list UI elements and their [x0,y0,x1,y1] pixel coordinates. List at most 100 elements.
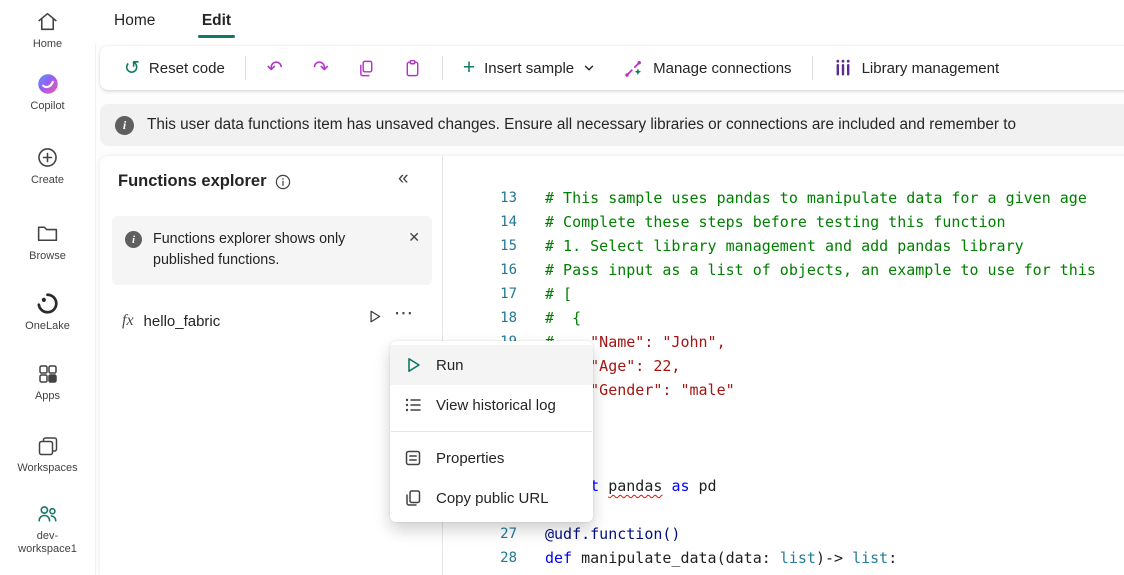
info-icon: i [125,231,142,248]
onelake-icon [0,290,95,317]
reset-code-button[interactable]: ↺ Reset code [110,52,239,84]
undo-button[interactable]: ↶ [252,52,298,84]
fx-icon: fx [122,312,134,330]
notice-text: Functions explorer shows only published … [153,229,398,272]
nav-label: Apps [15,390,81,403]
properties-icon [403,448,423,468]
info-outline-icon[interactable] [275,174,291,190]
panel-title: Functions explorer [118,172,267,191]
home-icon [0,8,95,35]
plus-icon: + [463,57,475,78]
line-number: 28 [444,546,517,570]
toolbar-divider [812,56,813,80]
nav-label: Copilot [15,100,81,113]
copy-icon [403,488,423,508]
manage-connections-icon [623,58,644,79]
toolbar: ↺ Reset code ↶ ↷ + Insert sample Manage … [100,46,1124,90]
code-text: # This sample uses pandas to manipulate … [545,186,1087,210]
nav-item-apps[interactable]: Apps [0,360,95,403]
toolbar-divider [442,56,443,80]
left-nav-rail: Home Copilot Create Browse OneLake Apps [0,0,96,575]
menu-item-properties[interactable]: Properties [390,438,593,478]
menu-item-label: Run [436,357,464,374]
run-icon [403,355,423,375]
workspaces-icon [0,432,95,459]
nav-item-copilot[interactable]: Copilot [0,70,95,113]
line-number: 18 [444,306,517,330]
nav-label: Create [15,174,81,187]
nav-label: dev-workspace1 [15,530,81,556]
historical-log-icon [403,395,423,415]
ribbon-tabs: Home Edit [95,0,1124,44]
nav-item-browse[interactable]: Browse [0,220,95,263]
code-text: @udf.function() [545,522,680,546]
nav-label: OneLake [15,320,81,333]
code-text: # { [545,306,581,330]
code-text: # 1. Select library management and add p… [545,234,1024,258]
reset-icon: ↺ [124,59,140,78]
paste-button[interactable] [390,52,436,84]
copy-button[interactable] [344,52,390,84]
manage-connections-label: Manage connections [653,60,791,77]
code-text: def manipulate_data(data: list)-> list: [545,546,897,570]
folder-icon [0,220,95,247]
nav-item-workspaces[interactable]: Workspaces [0,432,95,475]
create-plus-icon [0,144,95,171]
nav-label: Home [15,38,81,51]
unsaved-changes-banner: i This user data functions item has unsa… [100,104,1124,146]
nav-item-create[interactable]: Create [0,144,95,187]
library-management-button[interactable]: Library management [819,52,1014,84]
reset-code-label: Reset code [149,60,225,77]
library-management-label: Library management [862,60,1000,77]
nav-item-home[interactable]: Home [0,8,95,51]
menu-item-run[interactable]: Run [390,345,593,385]
code-line: 16# Pass input as a list of objects, an … [444,258,1124,282]
nav-label: Workspaces [15,462,81,475]
menu-divider [391,431,592,432]
redo-icon: ↷ [313,59,329,78]
menu-item-copy-public-url[interactable]: Copy public URL [390,478,593,518]
copilot-icon [0,70,95,97]
nav-item-onelake[interactable]: OneLake [0,290,95,333]
library-management-icon [833,58,853,78]
function-list-item[interactable]: fx hello_fabric [122,306,220,336]
paste-icon [403,59,422,78]
menu-item-label: Properties [436,450,504,467]
code-line: 27@udf.function() [444,522,1124,546]
copy-icon [357,59,376,78]
code-line: 15# 1. Select library management and add… [444,234,1124,258]
redo-button[interactable]: ↷ [298,52,344,84]
run-function-button[interactable] [366,308,383,325]
line-number: 13 [444,186,517,210]
chevron-down-icon [583,62,595,74]
menu-item-label: Copy public URL [436,490,549,507]
code-line: 14# Complete these steps before testing … [444,210,1124,234]
code-line: 18 # { [444,306,1124,330]
close-icon[interactable]: ✕ [408,229,420,246]
line-number: 16 [444,258,517,282]
nav-item-dev-workspace1[interactable]: dev-workspace1 [0,500,95,556]
manage-connections-button[interactable]: Manage connections [609,52,805,84]
workspace-people-icon [0,500,95,527]
undo-icon: ↶ [267,59,283,78]
code-line: 13 # This sample uses pandas to manipulat… [444,186,1124,210]
code-text: # [ [545,282,572,306]
code-text: # Complete these steps before testing th… [545,210,1006,234]
collapse-panel-icon[interactable]: « [398,168,409,190]
menu-item-label: View historical log [436,397,556,414]
more-options-button[interactable]: ⋯ [394,302,414,325]
function-context-menu: Run View historical log Properties Copy … [390,341,593,522]
banner-text: This user data functions item has unsave… [147,116,1016,134]
toolbar-divider [245,56,246,80]
code-line: 28 def manipulate_data(data: list)-> list… [444,546,1124,570]
content-area: Functions explorer « i Functions explore… [100,156,1124,575]
menu-item-view-historical-log[interactable]: View historical log [390,385,593,425]
code-line: 29 [444,570,1124,575]
line-number: 17 [444,282,517,306]
insert-sample-button[interactable]: + Insert sample [449,52,609,84]
apps-grid-icon [0,360,95,387]
code-line: 17 # [ [444,282,1124,306]
tab-home[interactable]: Home [110,7,159,35]
info-icon: i [115,116,134,135]
tab-edit[interactable]: Edit [198,7,235,35]
